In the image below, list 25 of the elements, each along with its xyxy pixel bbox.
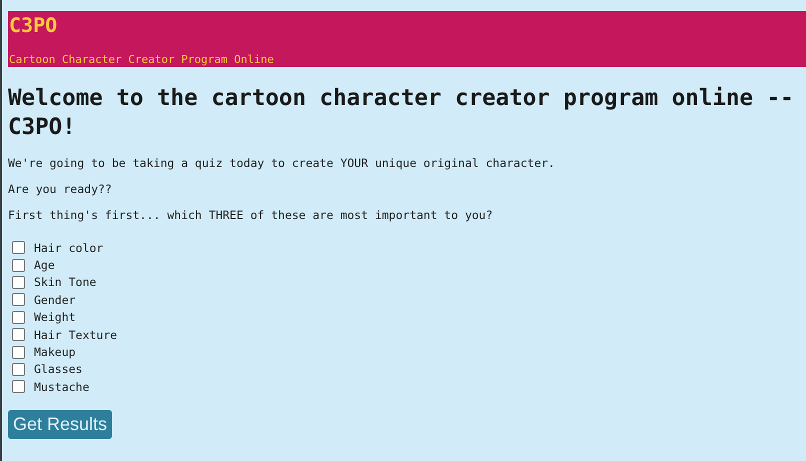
checkbox-label: Glasses bbox=[34, 362, 82, 376]
page-heading: Welcome to the cartoon character creator program online -- C3PO! bbox=[8, 84, 795, 142]
checkbox-label: Age bbox=[34, 258, 55, 272]
checkbox[interactable] bbox=[12, 362, 25, 376]
checkbox[interactable] bbox=[12, 328, 25, 342]
checkbox-label: Gender bbox=[34, 292, 76, 307]
checkbox[interactable] bbox=[12, 293, 25, 306]
checkbox[interactable] bbox=[12, 380, 25, 394]
checkbox-label: Hair color bbox=[34, 240, 104, 255]
paragraph: Are you ready?? bbox=[8, 182, 113, 196]
checkbox[interactable] bbox=[12, 241, 25, 254]
checkbox[interactable] bbox=[12, 258, 25, 272]
checkbox-label: Hair Texture bbox=[34, 328, 118, 342]
site-title: C3PO bbox=[9, 13, 58, 37]
paragraph: We're going to be taking a quiz today to create YOUR unique original character. bbox=[8, 156, 556, 170]
paragraph: First thing's first... which THREE of these are most important to you? bbox=[8, 208, 494, 222]
checkbox-label: Skin Tone bbox=[34, 275, 96, 290]
site-subtitle: Cartoon Character Creator Program Online bbox=[9, 53, 275, 66]
checkbox-label: Weight bbox=[34, 310, 76, 324]
checkbox-label: Mustache bbox=[34, 380, 90, 394]
checkbox[interactable] bbox=[12, 276, 25, 289]
checkbox[interactable] bbox=[12, 346, 25, 359]
checkbox[interactable] bbox=[12, 310, 25, 324]
checkbox-label: Makeup bbox=[34, 345, 76, 360]
get-results-button[interactable]: Get Results bbox=[8, 410, 112, 439]
